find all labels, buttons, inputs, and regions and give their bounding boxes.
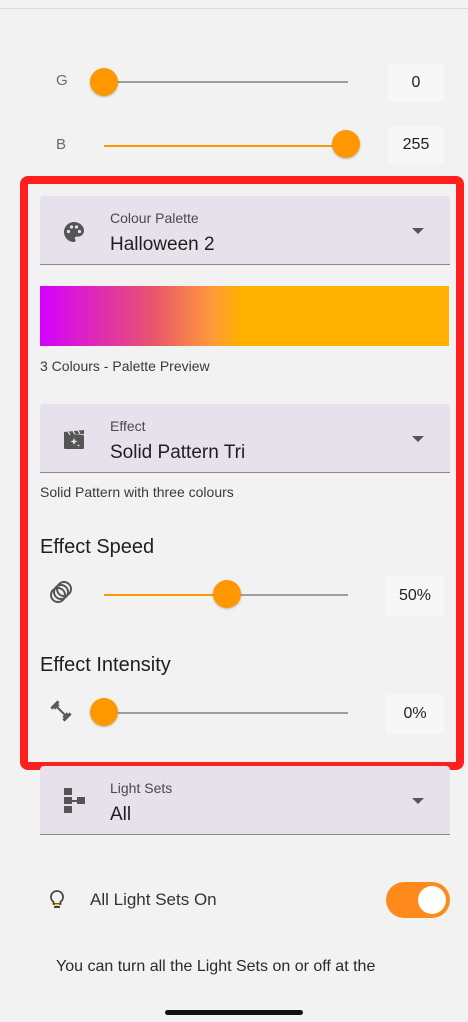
chevron-down-icon bbox=[412, 228, 424, 234]
g-slider-thumb[interactable] bbox=[90, 68, 118, 96]
lightbulb-icon bbox=[46, 888, 68, 912]
colour-palette-label: Colour Palette bbox=[110, 210, 199, 226]
chevron-down-icon bbox=[412, 436, 424, 442]
g-slider-track[interactable] bbox=[104, 81, 348, 83]
b-value-box[interactable]: 255 bbox=[388, 126, 444, 164]
speed-slider-thumb[interactable] bbox=[213, 580, 241, 608]
speed-rings-icon bbox=[48, 580, 74, 606]
intensity-slider-track[interactable] bbox=[104, 712, 348, 714]
intensity-slider-thumb[interactable] bbox=[90, 698, 118, 726]
intensity-value-box[interactable]: 0% bbox=[386, 694, 444, 734]
b-channel-label: B bbox=[56, 136, 67, 153]
effect-intensity-title: Effect Intensity bbox=[40, 654, 171, 676]
highlight-frame bbox=[20, 176, 464, 770]
light-sets-value: All bbox=[110, 804, 132, 825]
speed-value-box[interactable]: 50% bbox=[386, 576, 444, 616]
dumbbell-icon bbox=[48, 698, 74, 724]
effect-dropdown[interactable]: Effect Solid Pattern Tri bbox=[40, 404, 450, 473]
light-sets-dropdown[interactable]: Light Sets All bbox=[40, 766, 450, 835]
home-indicator bbox=[165, 1010, 303, 1015]
effect-speed-title: Effect Speed bbox=[40, 536, 155, 558]
footer-help-text: You can turn all the Light Sets on or of… bbox=[56, 958, 376, 975]
toggle-knob bbox=[418, 886, 446, 914]
speed-slider-track[interactable] bbox=[228, 594, 348, 596]
speed-slider-active-track[interactable] bbox=[104, 594, 228, 596]
g-channel-label: G bbox=[56, 72, 68, 89]
movie-effect-icon bbox=[60, 426, 88, 454]
effect-value: Solid Pattern Tri bbox=[110, 442, 246, 463]
b-slider-thumb[interactable] bbox=[332, 130, 360, 158]
g-value-box[interactable]: 0 bbox=[388, 64, 444, 102]
chevron-down-icon bbox=[412, 798, 424, 804]
palette-icon bbox=[60, 218, 88, 246]
palette-preview-bar bbox=[40, 286, 449, 346]
effect-label: Effect bbox=[110, 418, 146, 434]
palette-preview-caption: 3 Colours - Palette Preview bbox=[40, 358, 210, 374]
b-slider-track[interactable] bbox=[104, 145, 348, 147]
light-sets-label: Light Sets bbox=[110, 780, 173, 796]
effect-description: Solid Pattern with three colours bbox=[40, 484, 234, 500]
hierarchy-icon bbox=[60, 786, 88, 814]
colour-palette-value: Halloween 2 bbox=[110, 234, 215, 255]
top-divider bbox=[0, 8, 468, 9]
colour-palette-dropdown[interactable]: Colour Palette Halloween 2 bbox=[40, 196, 450, 265]
all-light-sets-label: All Light Sets On bbox=[90, 890, 217, 909]
all-light-sets-toggle[interactable] bbox=[386, 882, 450, 918]
